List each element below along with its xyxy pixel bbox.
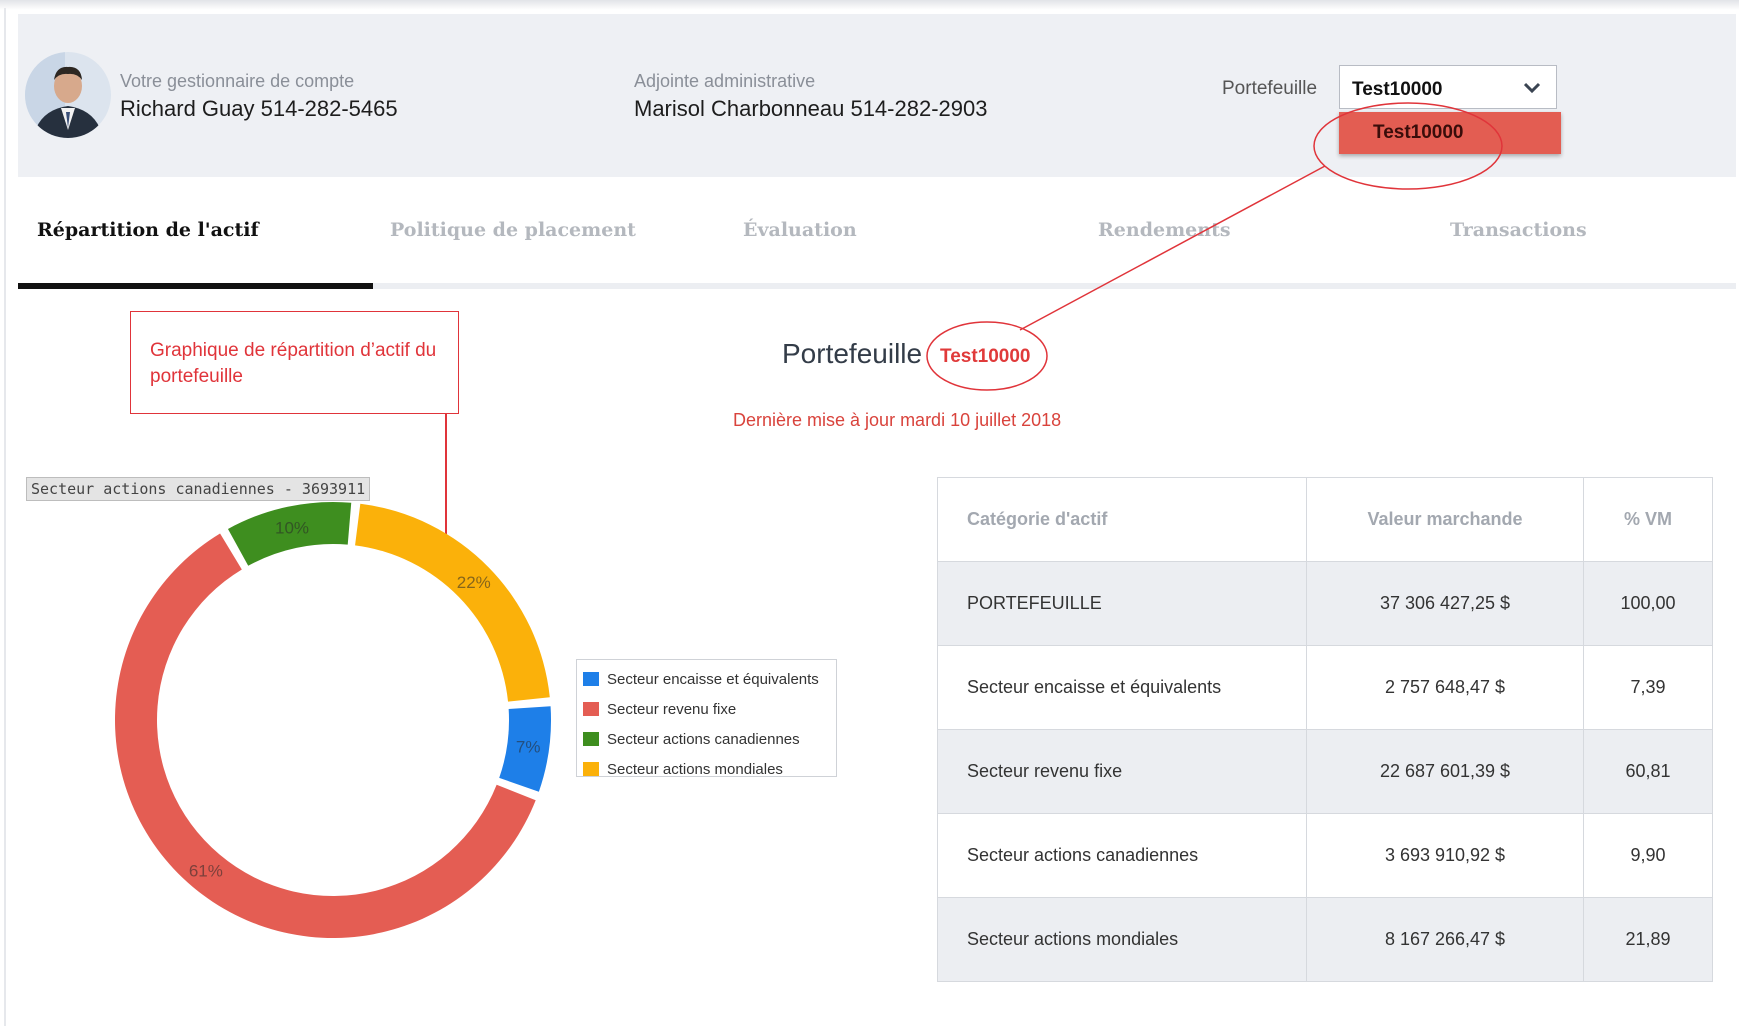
legend-label: Secteur revenu fixe: [607, 700, 737, 718]
donut-slice[interactable]: [227, 502, 352, 566]
donut-slice-label: 61%: [189, 861, 223, 880]
donut-slice[interactable]: [499, 706, 551, 792]
table-cell-percent: 7,39: [1583, 645, 1713, 730]
tab-evaluation[interactable]: Évaluation: [743, 219, 857, 241]
table-cell-value: 2 757 648,47 $: [1306, 645, 1584, 730]
chart-tooltip: Secteur actions canadiennes - 3693911: [26, 477, 371, 501]
table-cell-value: 37 306 427,25 $: [1306, 561, 1584, 646]
table-cell-percent: 21,89: [1583, 897, 1713, 982]
legend-swatch: [583, 702, 599, 716]
portfolio-select[interactable]: Test10000: [1339, 65, 1557, 109]
portfolio-select-value: Test10000: [1352, 79, 1443, 100]
portfolio-title: Portefeuille: [782, 338, 923, 369]
donut-slice-label: 10%: [275, 518, 309, 537]
column-header-market-value[interactable]: Valeur marchande: [1306, 477, 1584, 562]
table-cell-value: 22 687 601,39 $: [1306, 729, 1584, 814]
table-cell-category: PORTEFEUILLE: [937, 561, 1307, 646]
donut-slice-label: 7%: [516, 738, 541, 757]
column-header-percent[interactable]: % VM: [1583, 477, 1713, 562]
last-update-text: Dernière mise à jour mardi 10 juillet 20…: [733, 410, 1062, 430]
table-cell-category: Secteur encaisse et équivalents: [937, 645, 1307, 730]
annotation-callout: Graphique de répartition d’actif du port…: [130, 311, 459, 414]
legend-item[interactable]: Secteur revenu fixe: [583, 694, 830, 724]
chart-legend: Secteur encaisse et équivalents Secteur …: [576, 659, 837, 778]
column-header-category[interactable]: Catégorie d'actif: [937, 477, 1307, 562]
manager-avatar: [25, 52, 111, 138]
table-row: PORTEFEUILLE 37 306 427,25 $ 100,00: [937, 561, 1713, 646]
legend-label: Secteur actions mondiales: [607, 760, 783, 778]
donut-slice-label: 22%: [457, 573, 491, 592]
annotation-connector: [445, 414, 447, 534]
legend-item[interactable]: Secteur encaisse et équivalents: [583, 664, 830, 694]
legend-swatch: [583, 762, 599, 776]
table-cell-percent: 60,81: [1583, 729, 1713, 814]
portfolio-option[interactable]: Test10000: [1373, 122, 1464, 144]
legend-label: Secteur encaisse et équivalents: [607, 670, 819, 688]
donut-slice[interactable]: [115, 533, 536, 938]
tab-repartition[interactable]: Répartition de l'actif: [37, 219, 259, 241]
tab-bar: Répartition de l'actif Politique de plac…: [18, 177, 1736, 289]
page-left-edge: [4, 8, 6, 1026]
legend-label: Secteur actions canadiennes: [607, 730, 800, 748]
account-manager-caption: Votre gestionnaire de compte: [120, 71, 355, 91]
assistant-block: Adjointe administrative Marisol Charbonn…: [634, 70, 987, 124]
table-row: Secteur actions canadiennes 3 693 910,92…: [937, 813, 1713, 898]
legend-swatch: [583, 732, 599, 746]
table-cell-percent: 9,90: [1583, 813, 1713, 898]
table-cell-category: Secteur actions canadiennes: [937, 813, 1307, 898]
portfolio-dropdown: Test10000: [1339, 112, 1561, 154]
table-header-row: Catégorie d'actif Valeur marchande % VM: [937, 477, 1713, 562]
active-tab-indicator: [18, 283, 373, 289]
table-cell-category: Secteur actions mondiales: [937, 897, 1307, 982]
tab-transactions[interactable]: Transactions: [1450, 219, 1587, 241]
table-cell-percent: 100,00: [1583, 561, 1713, 646]
table-row: Secteur actions mondiales 8 167 266,47 $…: [937, 897, 1713, 982]
tab-politique[interactable]: Politique de placement: [390, 219, 636, 241]
table-cell-category: Secteur revenu fixe: [937, 729, 1307, 814]
legend-swatch: [583, 672, 599, 686]
legend-item[interactable]: Secteur actions canadiennes: [583, 724, 830, 754]
table-row: Secteur encaisse et équivalents 2 757 64…: [937, 645, 1713, 730]
annotation-text: Graphique de répartition d’actif du port…: [150, 340, 437, 387]
assistant-contact: Marisol Charbonneau 514-282-2903: [634, 96, 988, 121]
account-manager-contact: Richard Guay 514-282-5465: [120, 96, 398, 121]
page-top-shadow: [0, 0, 1739, 10]
table-row: Secteur revenu fixe 22 687 601,39 $ 60,8…: [937, 729, 1713, 814]
assistant-caption: Adjointe administrative: [634, 71, 816, 91]
account-manager-block: Votre gestionnaire de compte Richard Gua…: [120, 70, 398, 124]
donut-slice[interactable]: [355, 503, 550, 702]
portfolio-code: Test10000: [940, 346, 1031, 367]
table-cell-value: 8 167 266,47 $: [1306, 897, 1584, 982]
chevron-down-icon: [1523, 82, 1541, 94]
asset-allocation-table: Catégorie d'actif Valeur marchande % VM …: [937, 477, 1713, 982]
portfolio-select-label: Portefeuille: [1222, 78, 1318, 99]
tab-rendements[interactable]: Rendements: [1098, 219, 1231, 241]
legend-item[interactable]: Secteur actions mondiales: [583, 754, 830, 784]
table-cell-value: 3 693 910,92 $: [1306, 813, 1584, 898]
